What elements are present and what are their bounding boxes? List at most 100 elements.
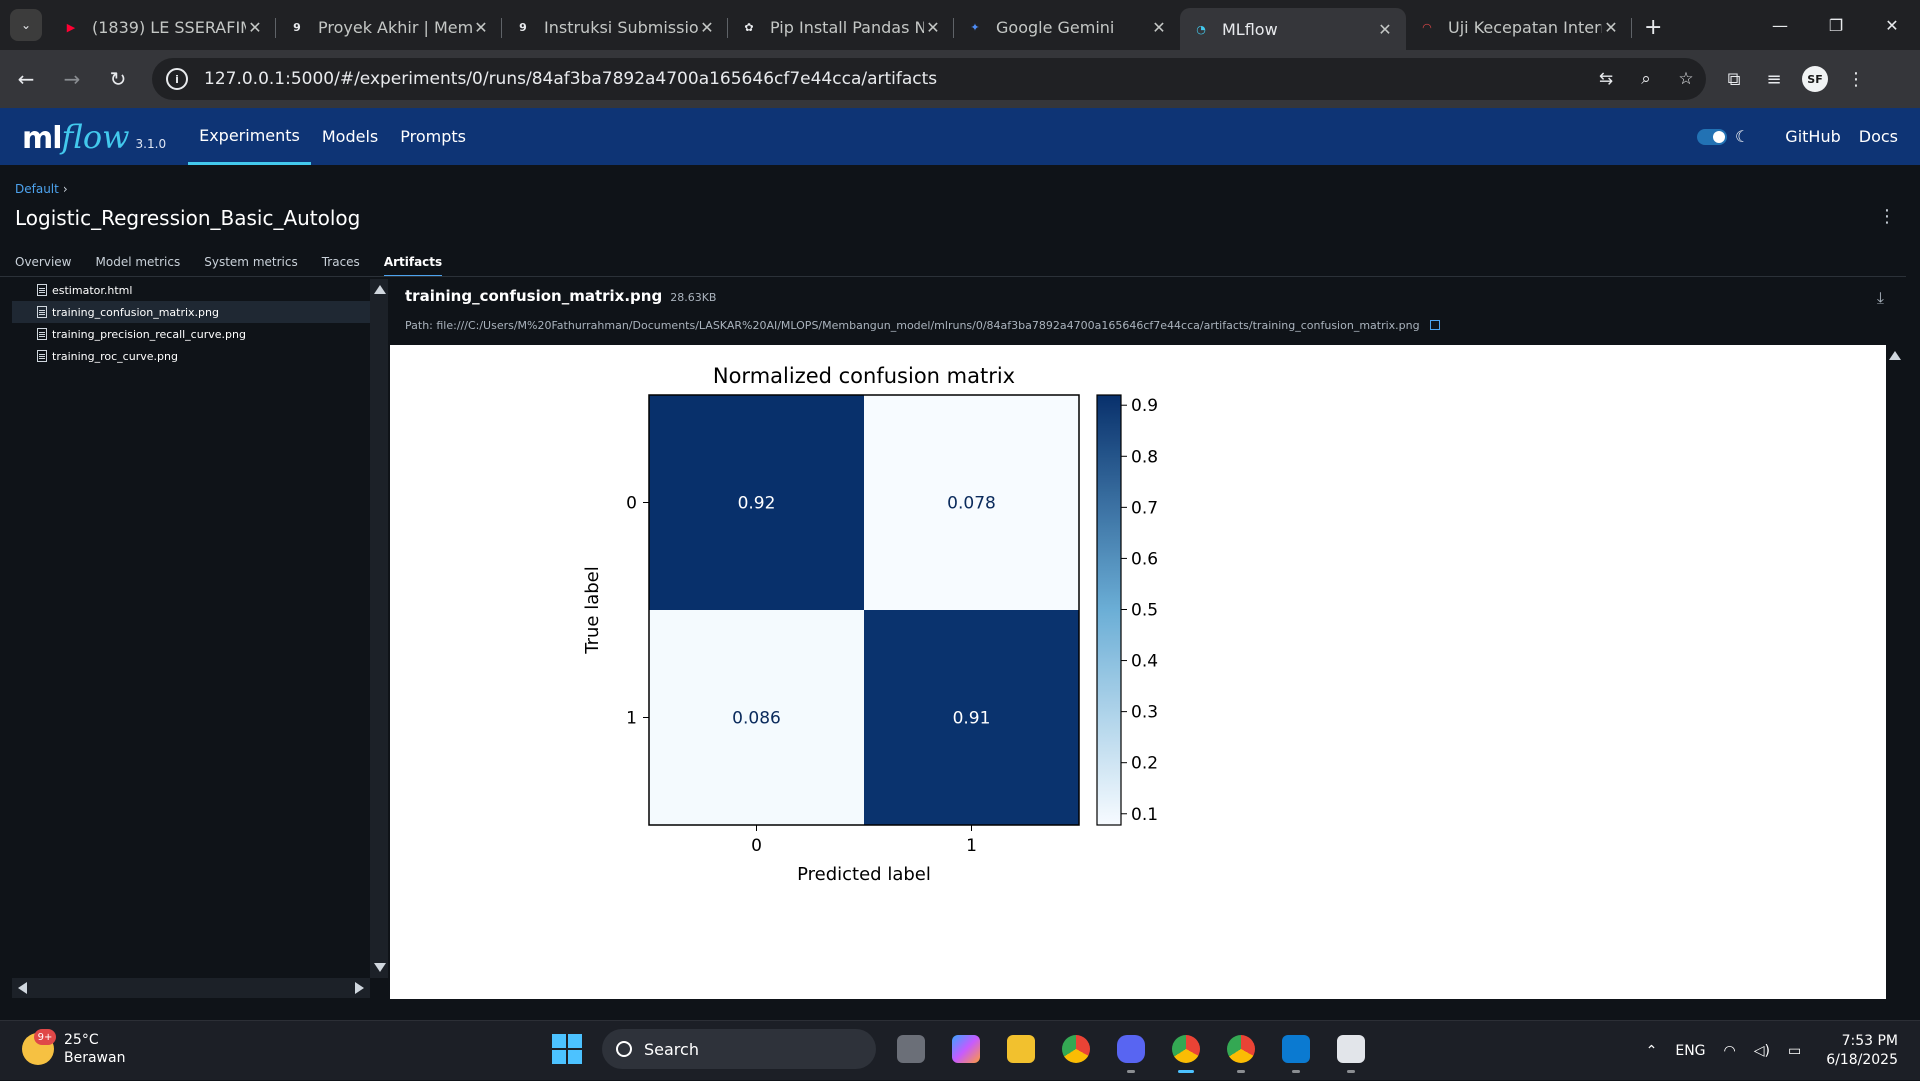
dark-mode-toggle[interactable] bbox=[1696, 128, 1727, 145]
weather-widget[interactable]: 9+ 25°C Berawan bbox=[22, 1029, 126, 1067]
colorbar-tick-label: 0.3 bbox=[1131, 703, 1158, 723]
artifact-file-item[interactable]: training_roc_curve.png bbox=[12, 345, 370, 367]
file-explorer-icon[interactable] bbox=[1001, 1029, 1041, 1069]
extensions-icon[interactable]: ⧉ bbox=[1714, 69, 1754, 90]
weather-temp: 25°C bbox=[64, 1032, 99, 1048]
dicoding-icon: 9 bbox=[519, 20, 527, 34]
discord-icon[interactable] bbox=[1111, 1029, 1151, 1073]
browser-tab[interactable]: ✦ Google Gemini ✕ bbox=[954, 8, 1180, 46]
vscode-icon[interactable] bbox=[1276, 1029, 1316, 1073]
browser-tab[interactable]: 9 Instruksi Submission ✕ bbox=[502, 8, 728, 46]
artifact-size: 28.63KB bbox=[670, 291, 717, 304]
preview-scrollbar[interactable] bbox=[1886, 345, 1904, 999]
cell-value-label: 0.078 bbox=[947, 494, 996, 514]
close-tab-icon[interactable]: ✕ bbox=[924, 18, 942, 37]
nav-prompts[interactable]: Prompts bbox=[389, 108, 477, 165]
bookmark-star-icon[interactable]: ☆ bbox=[1666, 69, 1706, 89]
artifact-file-item[interactable]: training_precision_recall_curve.png bbox=[12, 323, 370, 345]
start-icon[interactable] bbox=[552, 1034, 582, 1064]
colorbar-tick-label: 0.1 bbox=[1131, 805, 1158, 825]
artifact-file-item[interactable]: training_confusion_matrix.png bbox=[12, 301, 370, 323]
tab-artifacts[interactable]: Artifacts bbox=[383, 255, 443, 277]
file-icon bbox=[37, 328, 47, 340]
translate-icon[interactable]: ⇆ bbox=[1586, 69, 1626, 89]
tab-overview[interactable]: Overview bbox=[15, 255, 72, 277]
volume-icon[interactable]: ◁) bbox=[1754, 1043, 1770, 1059]
chevron-up-icon[interactable]: ⌃ bbox=[1646, 1043, 1658, 1059]
nav-models[interactable]: Models bbox=[311, 108, 389, 165]
browser-tab[interactable]: 9 Proyek Akhir | Membangun✕ bbox=[276, 8, 502, 46]
taskbar-search[interactable]: Search bbox=[602, 1029, 876, 1069]
task-view-icon[interactable] bbox=[891, 1029, 931, 1069]
download-icon[interactable]: ⤓ bbox=[1877, 288, 1884, 308]
browser-tab-strip: ⌄ ▶ (1839) LE SSERAFIM ✕ 9 Proyek Akhir | Me… bbox=[0, 0, 1920, 50]
colorbar-tick-label: 0.6 bbox=[1131, 549, 1158, 569]
browser-tab[interactable]: ◠ Uji Kecepatan Internet✕ bbox=[1406, 8, 1632, 46]
address-bar[interactable]: i 127.0.0.1:5000/#/experiments/0/runs/84… bbox=[152, 58, 1706, 100]
close-tab-icon[interactable]: ✕ bbox=[698, 18, 716, 37]
chrome-profile-2-icon[interactable] bbox=[1221, 1029, 1261, 1073]
artifact-path-text: Path: file:///C:/Users/M%20Fathurrahman/… bbox=[405, 319, 1420, 332]
confusion-matrix-chart: Normalized confusion matrix 0.92 0.078 0.08… bbox=[582, 364, 1158, 885]
y-tick-label: 1 bbox=[626, 709, 637, 729]
youtube-icon: ▶ bbox=[66, 20, 76, 34]
nav-experiments[interactable]: Experiments bbox=[188, 108, 311, 165]
close-window-icon[interactable]: ✕ bbox=[1864, 0, 1920, 50]
browser-menu-icon[interactable]: ⋮ bbox=[1836, 69, 1876, 90]
back-icon[interactable]: ← bbox=[6, 59, 46, 99]
close-tab-icon[interactable]: ✕ bbox=[1376, 20, 1394, 39]
file-icon bbox=[37, 306, 47, 318]
wifi-icon[interactable]: ◠ bbox=[1724, 1043, 1736, 1059]
battery-icon[interactable]: ▭ bbox=[1788, 1043, 1801, 1059]
copilot-icon[interactable] bbox=[946, 1029, 986, 1069]
restore-icon[interactable]: ❐ bbox=[1808, 0, 1864, 50]
url-text[interactable]: 127.0.0.1:5000/#/experiments/0/runs/84af… bbox=[204, 69, 1586, 89]
github-link[interactable]: GitHub bbox=[1785, 127, 1840, 146]
copy-icon[interactable] bbox=[1429, 320, 1440, 330]
reload-icon[interactable]: ↻ bbox=[98, 59, 138, 99]
profile-avatar[interactable]: SF bbox=[1802, 66, 1828, 92]
tree-vertical-scrollbar[interactable] bbox=[370, 279, 388, 978]
tab-system-metrics[interactable]: System metrics bbox=[204, 255, 297, 277]
y-tick-label: 0 bbox=[626, 494, 637, 514]
minimize-icon[interactable]: — bbox=[1752, 0, 1808, 50]
cell-value-label: 0.91 bbox=[953, 709, 991, 729]
new-tab-button[interactable]: + bbox=[1644, 15, 1662, 40]
clock[interactable]: 7:53 PM 6/18/2025 bbox=[1826, 1032, 1898, 1070]
chrome-icon[interactable] bbox=[1056, 1029, 1096, 1069]
artifact-header: training_confusion_matrix.png 28.63KB bbox=[405, 287, 716, 305]
weather-condition: Berawan bbox=[64, 1050, 126, 1066]
close-tab-icon[interactable]: ✕ bbox=[1602, 18, 1620, 37]
media-controls-icon[interactable]: ≡ bbox=[1754, 69, 1794, 90]
more-options-icon[interactable]: ⋮ bbox=[1878, 206, 1896, 227]
close-tab-icon[interactable]: ✕ bbox=[1150, 18, 1168, 37]
artifact-file-item[interactable]: estimator.html bbox=[12, 279, 370, 301]
mlflow-logo[interactable]: ml flow 3.1.0 bbox=[22, 118, 166, 156]
artifact-file-name: estimator.html bbox=[52, 283, 133, 297]
run-tabs: Overview Model metrics System metrics Trace… bbox=[15, 255, 466, 277]
tab-search-button[interactable]: ⌄ bbox=[10, 9, 42, 41]
close-tab-icon[interactable]: ✕ bbox=[246, 18, 264, 37]
browser-tab[interactable]: ✿ Pip Install Pandas Numpy✕ bbox=[728, 8, 954, 46]
toolbar-actions: ⧉ ≡ SF ⋮ bbox=[1714, 66, 1876, 92]
chevron-right-icon: › bbox=[62, 182, 68, 196]
breadcrumb-experiment-link[interactable]: Default bbox=[15, 182, 59, 196]
forward-icon[interactable]: → bbox=[52, 59, 92, 99]
chrome-profile-icon[interactable] bbox=[1166, 1029, 1206, 1073]
zoom-icon[interactable]: ⌕ bbox=[1626, 69, 1666, 89]
snipping-tool-icon[interactable] bbox=[1331, 1029, 1371, 1073]
cell-value-label: 0.086 bbox=[732, 709, 781, 729]
tree-horizontal-scrollbar[interactable] bbox=[12, 978, 370, 998]
docs-link[interactable]: Docs bbox=[1859, 127, 1898, 146]
artifact-file-name: training_confusion_matrix.png bbox=[52, 305, 219, 319]
tab-model-metrics[interactable]: Model metrics bbox=[96, 255, 181, 277]
tab-traces[interactable]: Traces bbox=[322, 255, 360, 277]
tab-title: Instruksi Submission bbox=[544, 17, 698, 37]
close-tab-icon[interactable]: ✕ bbox=[472, 18, 490, 37]
browser-tab[interactable]: ▶ (1839) LE SSERAFIM ✕ bbox=[50, 8, 276, 46]
tab-title: MLflow bbox=[1222, 19, 1278, 39]
browser-tab[interactable]: ◔ MLflow ✕ bbox=[1180, 8, 1406, 50]
logo-ml: ml bbox=[22, 120, 63, 156]
language-indicator[interactable]: ENG bbox=[1675, 1043, 1705, 1059]
site-info-icon[interactable]: i bbox=[166, 68, 188, 90]
